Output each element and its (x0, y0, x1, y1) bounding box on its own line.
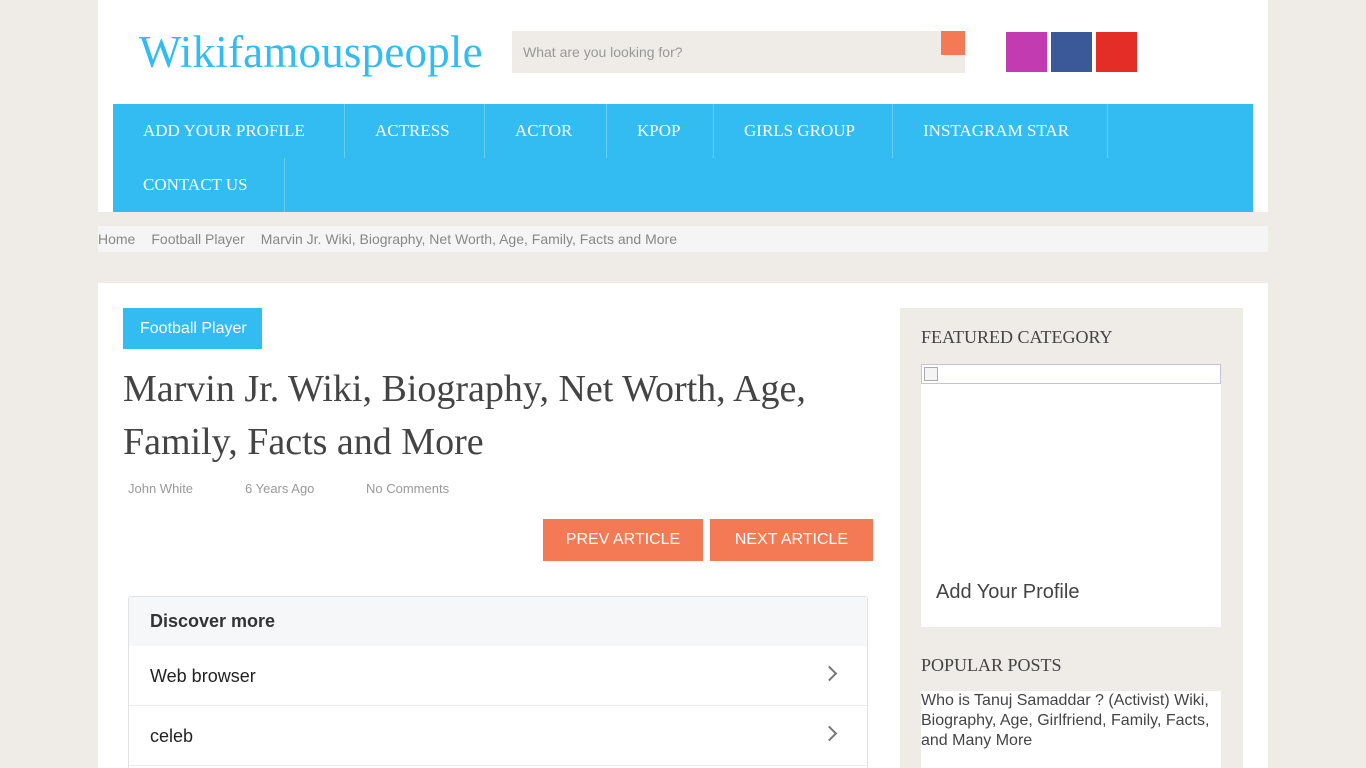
nav-item-contact-us[interactable]: CONTACT US (113, 158, 285, 212)
search-input[interactable] (512, 31, 932, 73)
discover-item-label: Web browser (150, 666, 256, 686)
youtube-button[interactable] (1096, 32, 1137, 72)
discover-item-label: celeb (150, 726, 194, 746)
featured-category-card[interactable]: Add Your Profile (921, 364, 1221, 627)
breadcrumb-current: Marvin Jr. Wiki, Biography, Net Worth, A… (260, 231, 677, 247)
popular-posts-title: POPULAR POSTS (921, 655, 1062, 675)
post-date-text: 6 Years Ago (245, 481, 315, 496)
chevron-right-icon (821, 665, 838, 682)
popular-post-image-alt[interactable]: Who is Tanuj Samaddar ? (Activist) Wiki,… (921, 691, 1221, 751)
category-badge[interactable]: Football Player (123, 308, 262, 349)
nav-item-kpop[interactable]: KPOP (607, 104, 714, 158)
breadcrumb-home[interactable]: Home (98, 226, 135, 252)
nav-item-actress[interactable]: ACTRESS (345, 104, 485, 158)
nav-item-girls-group[interactable]: GIRLS GROUP (714, 104, 893, 158)
prev-article-button[interactable]: PREV ARTICLE (543, 519, 703, 561)
search-button[interactable] (941, 31, 965, 55)
post-comments-text: No Comments (366, 481, 450, 496)
nav-item-add-your-profile[interactable]: ADD YOUR PROFILE (113, 104, 345, 158)
instagram-button[interactable] (1006, 32, 1047, 72)
post-author-name: John White (128, 481, 194, 496)
broken-image-icon (924, 367, 938, 381)
chevron-right-icon (821, 725, 838, 742)
featured-image-placeholder (921, 364, 1221, 384)
nav-item-instagram-star[interactable]: INSTAGRAM STAR (893, 104, 1108, 158)
search-form (512, 31, 965, 73)
popular-post-card[interactable]: Who is Tanuj Samaddar ? (Activist) Wiki,… (921, 691, 1221, 768)
main-content: Football Player Marvin Jr. Wiki, Biograp… (98, 283, 1268, 768)
next-article-button[interactable]: NEXT ARTICLE (710, 519, 873, 561)
page-title: Marvin Jr. Wiki, Biography, Net Worth, A… (123, 368, 806, 463)
discover-item-celeb[interactable]: celeb (129, 706, 867, 766)
featured-category-label[interactable]: Add Your Profile (936, 581, 1079, 604)
site-header: Wikifamouspeople ADD YOUR PROFILE ACTRES… (98, 0, 1268, 212)
site-logo[interactable]: Wikifamouspeople (139, 26, 483, 78)
facebook-button[interactable] (1051, 32, 1092, 72)
discover-more-panel: Discover more Web browser celeb (128, 596, 868, 768)
post-date: 6 Years Ago (241, 481, 314, 496)
featured-category-title: FEATURED CATEGORY (921, 327, 1113, 347)
post-author[interactable]: John White (124, 481, 193, 496)
sidebar: FEATURED CATEGORY Add Your Profile POPUL… (900, 308, 1243, 768)
post-comments[interactable]: No Comments (362, 481, 449, 496)
breadcrumb-category[interactable]: Football Player (151, 226, 244, 252)
discover-item-web-browser[interactable]: Web browser (129, 646, 867, 706)
main-nav: ADD YOUR PROFILE ACTRESS ACTOR KPOP GIRL… (113, 104, 1253, 212)
nav-item-actor[interactable]: ACTOR (485, 104, 607, 158)
breadcrumb: Home Football Player Marvin Jr. Wiki, Biog… (98, 226, 1268, 252)
category-badge-label: Football Player (140, 320, 247, 337)
discover-heading: Discover more (129, 597, 867, 646)
